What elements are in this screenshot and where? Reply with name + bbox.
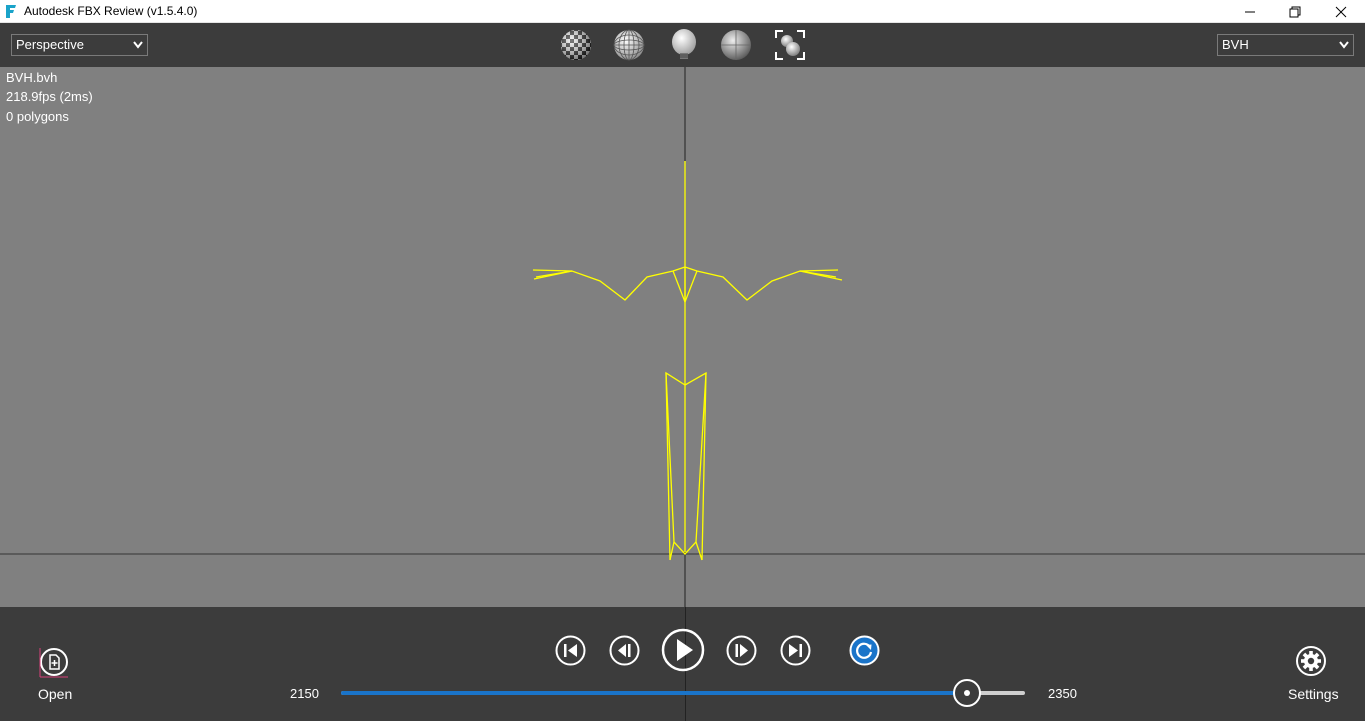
window-title: Autodesk FBX Review (v1.5.4.0) [24, 4, 198, 18]
playback-panel: Open Settings 2150 2350 [0, 607, 1365, 721]
step-forward-icon [726, 635, 757, 666]
go-to-start-button[interactable] [555, 635, 586, 666]
chevron-down-icon [133, 41, 143, 49]
scene-canvas [0, 67, 1365, 607]
camera-select-value: Perspective [16, 37, 84, 52]
timeline-slider-track[interactable] [341, 691, 1025, 695]
3d-viewport[interactable]: BVH.bvh 218.9fps (2ms) 0 polygons [0, 67, 1365, 607]
take-select[interactable]: BVH [1217, 34, 1354, 56]
restore-icon [1289, 6, 1301, 17]
polygon-count-label: 0 polygons [6, 109, 69, 124]
go-to-end-button[interactable] [780, 635, 811, 666]
fbx-logo-icon [4, 4, 18, 19]
go-to-start-icon [555, 635, 586, 666]
take-select-value: BVH [1222, 37, 1249, 52]
play-button[interactable] [661, 628, 705, 672]
gear-icon [1296, 646, 1326, 676]
step-back-button[interactable] [609, 635, 640, 666]
fbx-review-window: Autodesk FBX Review (v1.5.4.0) Perspecti… [0, 0, 1365, 721]
go-to-end-icon [780, 635, 811, 666]
settings-button[interactable] [1295, 645, 1327, 677]
title-bar: Autodesk FBX Review (v1.5.4.0) [0, 0, 1365, 23]
light-bulb-icon[interactable] [666, 27, 702, 63]
checker-texture-icon[interactable] [558, 27, 594, 63]
bvh-skeleton [532, 161, 843, 561]
start-frame-label: 2150 [290, 686, 319, 701]
open-file-icon [39, 648, 68, 678]
shaded-sphere-icon[interactable] [718, 27, 754, 63]
open-button[interactable] [38, 647, 70, 679]
timeline-slider-thumb[interactable] [952, 679, 981, 707]
restore-button[interactable] [1272, 0, 1318, 23]
file-name-label: BVH.bvh [6, 70, 58, 85]
timeline-slider-fill [341, 691, 967, 695]
chevron-down-icon [1339, 41, 1349, 49]
close-button[interactable] [1318, 0, 1364, 23]
toolbar: Perspective BVH [0, 23, 1365, 67]
fps-label: 218.9fps (2ms) [6, 89, 93, 104]
open-label: Open [38, 686, 73, 702]
camera-select[interactable]: Perspective [11, 34, 148, 56]
end-frame-label: 2350 [1048, 686, 1077, 701]
step-back-icon [609, 635, 640, 666]
loop-icon [849, 635, 880, 666]
close-icon [1335, 6, 1347, 17]
play-icon [661, 628, 705, 672]
settings-label: Settings [1288, 686, 1339, 702]
minimize-button[interactable] [1227, 0, 1273, 23]
loop-toggle[interactable] [849, 635, 880, 666]
frame-all-icon[interactable] [772, 27, 808, 63]
wireframe-sphere-icon[interactable] [611, 27, 647, 63]
minimize-icon [1245, 11, 1255, 12]
step-forward-button[interactable] [726, 635, 757, 666]
